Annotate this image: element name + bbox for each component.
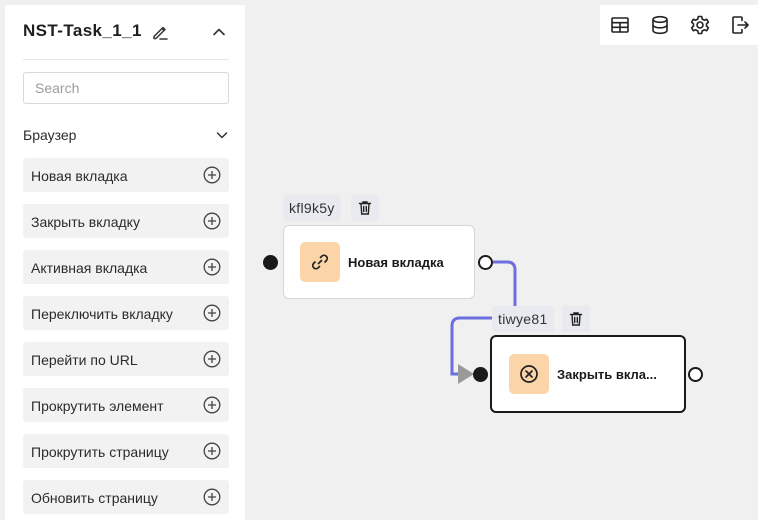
node-icon-box [300,242,340,282]
action-item-label: Закрыть вкладку [31,214,140,230]
sidebar-divider [23,59,229,60]
node-label: Новая вкладка [348,255,444,270]
link-icon [311,254,329,270]
output-handle[interactable] [478,255,493,270]
action-item-new-tab[interactable]: Новая вкладка [23,158,229,192]
delete-node-button[interactable] [562,306,590,332]
search-input[interactable] [23,72,229,104]
input-handle[interactable] [473,367,488,382]
action-item-label: Обновить страницу [31,490,158,506]
action-item-label: Прокрутить страницу [31,444,169,460]
action-item-active-tab[interactable]: Активная вкладка [23,250,229,284]
action-item-label: Прокрутить элемент [31,398,164,414]
add-circle-icon[interactable] [203,488,221,506]
add-circle-icon[interactable] [203,396,221,414]
flow-node-close-tab[interactable]: Закрыть вкла... [490,335,686,413]
action-item-label: Активная вкладка [31,260,148,276]
add-circle-icon[interactable] [203,304,221,322]
add-circle-icon[interactable] [203,212,221,230]
action-item-goto-url[interactable]: Перейти по URL [23,342,229,376]
add-circle-icon[interactable] [203,166,221,184]
category-label: Браузер [23,127,77,143]
add-circle-icon[interactable] [203,442,221,460]
node-icon-box [509,354,549,394]
flow-canvas[interactable]: kfl9k5y Новая вкладка tiwye81 Закрыть вк… [245,0,758,520]
action-item-label: Новая вкладка [31,168,128,184]
action-item-label: Перейти по URL [31,352,138,368]
node-id-tag: kfl9k5y [283,195,341,221]
add-circle-icon[interactable] [203,350,221,368]
sidebar: NST-Task_1_1 Браузер Новая вкладка [5,5,245,520]
sidebar-header: NST-Task_1_1 [5,5,245,59]
action-item-refresh-page[interactable]: Обновить страницу [23,480,229,514]
trash-icon [569,312,583,326]
delete-node-button[interactable] [351,195,379,221]
trash-icon [358,201,372,215]
chevron-down-icon [215,128,229,142]
edit-icon[interactable] [151,23,169,41]
output-handle[interactable] [688,367,703,382]
action-item-scroll-element[interactable]: Прокрутить элемент [23,388,229,422]
action-item-scroll-page[interactable]: Прокрутить страницу [23,434,229,468]
input-handle[interactable] [263,255,278,270]
category-browser[interactable]: Браузер [23,123,229,147]
node-label: Закрыть вкла... [557,367,657,382]
action-item-label: Переключить вкладку [31,306,173,322]
action-item-switch-tab[interactable]: Переключить вкладку [23,296,229,330]
close-circle-icon [520,365,538,383]
chevron-up-icon[interactable] [211,24,227,40]
task-title: NST-Task_1_1 [23,21,142,40]
edge-arrow-icon [458,364,474,384]
node-id-tag: tiwye81 [492,306,554,332]
flow-node-new-tab[interactable]: Новая вкладка [283,225,475,299]
action-item-close-tab[interactable]: Закрыть вкладку [23,204,229,238]
add-circle-icon[interactable] [203,258,221,276]
